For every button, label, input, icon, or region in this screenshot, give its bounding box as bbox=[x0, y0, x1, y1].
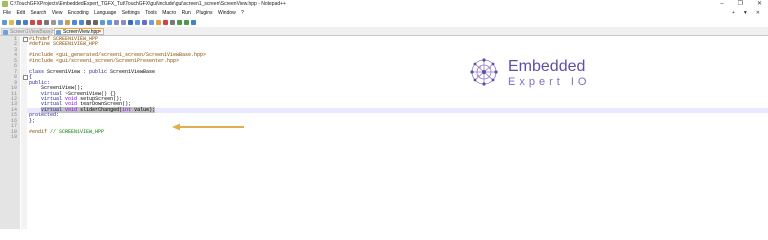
undo-icon[interactable] bbox=[72, 19, 77, 25]
fold-toggle-icon[interactable] bbox=[23, 75, 28, 81]
stop-macro-icon[interactable] bbox=[170, 19, 175, 25]
window-controls: – ❐ ✕ bbox=[720, 0, 762, 9]
menu-tools[interactable]: Tools bbox=[145, 10, 157, 16]
new-tab-button[interactable]: + bbox=[732, 9, 735, 17]
code-token: // SCREEN1VIEW_HPP bbox=[47, 128, 105, 135]
tab-label: ScreenView.hpp bbox=[63, 29, 100, 35]
menu-edit[interactable]: Edit bbox=[16, 10, 25, 16]
menu-bar: File Edit Search View Encoding Language … bbox=[0, 9, 768, 17]
indent-guide-icon[interactable] bbox=[135, 19, 140, 25]
menu-help[interactable]: ? bbox=[241, 10, 244, 16]
menu-right-controls: + ▼ ✕ bbox=[732, 9, 760, 17]
doc-map-icon[interactable] bbox=[142, 19, 147, 25]
code-token: sliderChanged( bbox=[77, 106, 123, 113]
save-all-icon[interactable] bbox=[23, 19, 28, 25]
new-file-icon[interactable] bbox=[2, 19, 7, 25]
code-token: Screen1View : bbox=[44, 68, 90, 75]
tab-label: Screen1ViewBase.hpp bbox=[10, 29, 61, 35]
copy-icon[interactable] bbox=[58, 19, 63, 25]
title-bar: C:\TouchGFXProjects\EmbeddedExpert_TGFX_… bbox=[0, 0, 768, 9]
logo-title: Embedded bbox=[508, 58, 586, 75]
tab-screenview[interactable]: ScreenView.hpp ✕ bbox=[54, 28, 104, 35]
cut-icon[interactable] bbox=[51, 19, 56, 25]
fold-margin bbox=[21, 36, 27, 229]
menu-window[interactable]: Window bbox=[218, 10, 236, 16]
play-macro-icon[interactable] bbox=[177, 19, 182, 25]
zoom-in-icon[interactable] bbox=[100, 19, 105, 25]
function-list-icon[interactable] bbox=[149, 19, 154, 25]
file-icon bbox=[56, 30, 61, 35]
code-editor[interactable]: 1 #ifndef SCREEN1VIEW_HPP 2 #define SCREEN1… bbox=[0, 36, 768, 229]
menu-file[interactable]: File bbox=[3, 10, 11, 16]
code-text: }; bbox=[29, 117, 36, 124]
folder-workspace-icon[interactable] bbox=[156, 19, 161, 25]
zoom-out-icon[interactable] bbox=[107, 19, 112, 25]
code-token: Screen1ViewBase bbox=[107, 68, 156, 75]
close-all-icon[interactable] bbox=[37, 19, 42, 25]
paste-icon[interactable] bbox=[65, 19, 70, 25]
embedded-expert-logo-icon bbox=[470, 58, 498, 86]
maximize-button[interactable]: ❐ bbox=[738, 0, 743, 9]
arrow-left-icon bbox=[172, 123, 244, 131]
logo-subtitle: Expert IO bbox=[508, 76, 591, 88]
menu-macro[interactable]: Macro bbox=[162, 10, 176, 16]
code-token: void bbox=[65, 106, 78, 113]
save-macro-icon[interactable] bbox=[191, 19, 196, 25]
code-token: public bbox=[89, 68, 108, 75]
print-icon[interactable] bbox=[44, 19, 49, 25]
code-token: #endif bbox=[29, 128, 48, 135]
minimize-button[interactable]: – bbox=[720, 0, 723, 9]
record-macro-icon[interactable] bbox=[163, 19, 168, 25]
fold-toggle-icon[interactable] bbox=[23, 37, 28, 42]
code-token: : bbox=[56, 112, 60, 119]
code-text: class Screen1View : public Screen1ViewBa… bbox=[29, 68, 156, 75]
code-token: #define SCREEN1VIEW_HPP bbox=[29, 41, 99, 48]
menu-language[interactable]: Language bbox=[94, 10, 116, 16]
code-token: }; bbox=[29, 117, 36, 124]
code-text: #define SCREEN1VIEW_HPP bbox=[29, 42, 98, 47]
toolbar bbox=[0, 17, 768, 27]
save-icon[interactable] bbox=[16, 19, 21, 25]
code-text: #endif // SCREEN1VIEW_HPP bbox=[29, 128, 105, 135]
code-token: value); bbox=[131, 106, 156, 113]
code-token: int bbox=[122, 106, 132, 113]
file-icon bbox=[3, 30, 8, 35]
tab-bar: Screen1ViewBase.hpp ScreenView.hpp ✕ bbox=[0, 27, 768, 36]
sync-scroll-icon[interactable] bbox=[114, 19, 119, 25]
menu-run[interactable]: Run bbox=[182, 10, 191, 16]
code-token: #include <gui/screen1_screen/Screen1Pres… bbox=[29, 57, 180, 64]
menu-view[interactable]: View bbox=[52, 10, 63, 16]
tab-screen1viewbase[interactable]: Screen1ViewBase.hpp bbox=[1, 28, 61, 35]
window-title: C:\TouchGFXProjects\EmbeddedExpert_TGFX_… bbox=[10, 1, 286, 7]
close-file-icon[interactable] bbox=[30, 19, 35, 25]
replace-icon[interactable] bbox=[93, 19, 98, 25]
menu-search[interactable]: Search bbox=[30, 10, 46, 16]
menu-settings[interactable]: Settings bbox=[122, 10, 140, 16]
run-macro-multiple-icon[interactable] bbox=[184, 19, 189, 25]
notepad-plus-plus-icon bbox=[2, 1, 8, 7]
open-file-icon[interactable] bbox=[9, 19, 14, 25]
word-wrap-icon[interactable] bbox=[121, 19, 126, 25]
close-document-button[interactable]: ✕ bbox=[756, 9, 760, 17]
menu-plugins[interactable]: Plugins bbox=[196, 10, 212, 16]
code-text: #include <gui/screen1_screen/Screen1Pres… bbox=[29, 57, 180, 64]
close-button[interactable]: ✕ bbox=[757, 0, 762, 9]
redo-icon[interactable] bbox=[79, 19, 84, 25]
close-tab-icon[interactable]: ✕ bbox=[98, 29, 102, 36]
tab-list-button[interactable]: ▼ bbox=[743, 9, 748, 17]
show-all-chars-icon[interactable] bbox=[128, 19, 133, 25]
menu-encoding[interactable]: Encoding bbox=[68, 10, 89, 16]
find-icon[interactable] bbox=[86, 19, 91, 25]
line-number: 19 bbox=[10, 134, 17, 141]
